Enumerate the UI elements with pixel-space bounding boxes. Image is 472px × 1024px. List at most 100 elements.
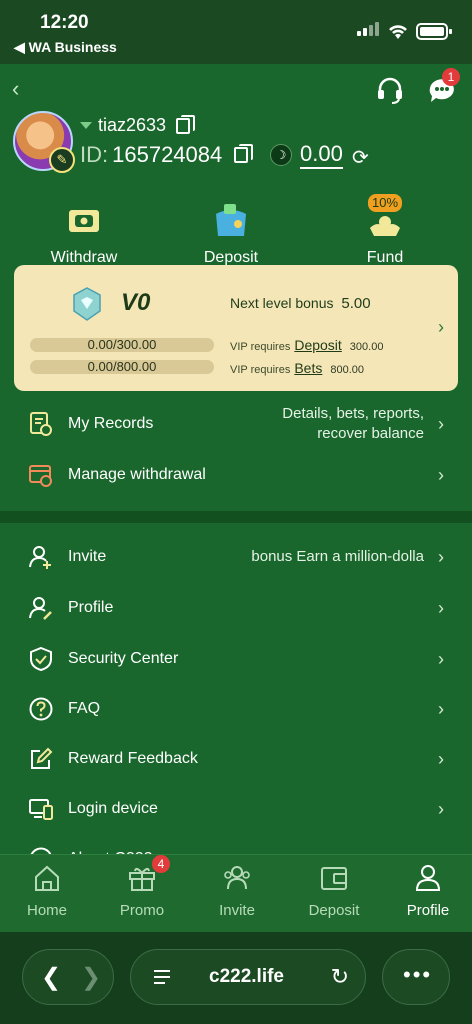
users-icon bbox=[224, 866, 250, 890]
section-divider bbox=[0, 511, 472, 523]
chevron-right-icon: › bbox=[438, 748, 444, 769]
user-id-label: ID: bbox=[80, 142, 109, 167]
wallet-icon bbox=[321, 867, 347, 890]
copy-username-icon[interactable] bbox=[176, 114, 196, 134]
menu-item-my-records[interactable]: My Records Details, bets, reports, recov… bbox=[0, 399, 472, 449]
caret-down-icon[interactable] bbox=[80, 122, 92, 129]
person-icon bbox=[415, 865, 441, 891]
tab-label: Deposit bbox=[308, 902, 360, 919]
menu-value: Details, bets, reports, recover balance bbox=[282, 405, 424, 442]
menu-label: Login device bbox=[68, 800, 158, 817]
currency-flag-icon: ☽ bbox=[270, 144, 292, 166]
profile-page: ‹ 1 ✎ tiaz2633 ID: 165724084 ☽ 0.00 ⟳ Wi… bbox=[0, 64, 472, 932]
next-level-label: Next level bonus bbox=[230, 295, 334, 311]
menu-label: My Records bbox=[68, 415, 154, 432]
menu-item-login-device[interactable]: Login device › bbox=[0, 784, 472, 834]
tab-deposit[interactable]: Deposit bbox=[294, 863, 374, 919]
chat-button[interactable]: 1 bbox=[426, 68, 460, 106]
tab-home[interactable]: Home bbox=[7, 863, 87, 919]
menu-label: Profile bbox=[68, 599, 114, 616]
menu-item-invite[interactable]: Invite bonus Earn a million-dolla › bbox=[0, 532, 472, 582]
status-time: 12:20 bbox=[40, 12, 89, 33]
refresh-balance-icon[interactable]: ⟳ bbox=[352, 145, 369, 170]
browser-forward-icon[interactable]: ❯ bbox=[81, 963, 101, 992]
chevron-right-icon: › bbox=[438, 546, 444, 567]
avatar[interactable]: ✎ bbox=[13, 111, 75, 173]
battery-icon bbox=[416, 23, 452, 40]
deposit-progress-bar: 0.00/300.00 bbox=[30, 338, 214, 352]
deposit-button[interactable]: Deposit bbox=[176, 202, 286, 267]
browser-back-icon[interactable]: ❮ bbox=[41, 963, 61, 992]
more-dots-icon: ••• bbox=[403, 962, 433, 987]
vip-gem-icon bbox=[73, 287, 101, 321]
vip-level: V0 bbox=[121, 289, 151, 316]
chevron-right-icon: › bbox=[438, 597, 444, 618]
deposit-req-link[interactable]: Deposit bbox=[294, 337, 341, 353]
menu-label: FAQ bbox=[68, 700, 101, 717]
chevron-right-icon: › bbox=[438, 698, 444, 719]
tab-promo[interactable]: 4 Promo bbox=[102, 855, 182, 919]
deposit-icon bbox=[216, 204, 246, 236]
fund-button[interactable]: 10% Fund bbox=[330, 194, 440, 267]
device-icon bbox=[29, 799, 53, 820]
menu-item-faq[interactable]: FAQ › bbox=[0, 684, 472, 734]
chevron-right-icon: › bbox=[438, 648, 444, 669]
status-bar: 12:20 ◀ WA Business bbox=[0, 0, 472, 64]
tab-invite[interactable]: Invite bbox=[197, 863, 277, 919]
vip-card[interactable]: V0 Next level bonus 5.00 0.00/300.00 0.0… bbox=[14, 265, 458, 391]
bets-req-link[interactable]: Bets bbox=[294, 360, 322, 376]
browser-toolbar: ❮ ❯ c222.life ↻ ••• bbox=[0, 932, 472, 1024]
tab-label: Home bbox=[26, 902, 67, 919]
back-to-app-link[interactable]: ◀ WA Business bbox=[14, 39, 117, 56]
edit-avatar-icon[interactable]: ✎ bbox=[49, 147, 75, 173]
tab-profile[interactable]: Profile bbox=[388, 863, 468, 919]
menu-label: Manage withdrawal bbox=[68, 466, 206, 483]
chevron-right-icon: › bbox=[438, 798, 444, 819]
headset-icon[interactable] bbox=[374, 74, 406, 106]
profile-icon bbox=[29, 597, 52, 620]
copy-id-icon[interactable] bbox=[234, 144, 254, 163]
menu-item-profile[interactable]: Profile › bbox=[0, 583, 472, 633]
address-bar[interactable]: c222.life ↻ bbox=[130, 949, 366, 1005]
invite-icon bbox=[29, 546, 51, 569]
deposit-req-value: 300.00 bbox=[349, 341, 384, 353]
username: tiaz2633 bbox=[98, 115, 167, 135]
url-text: c222.life bbox=[209, 966, 284, 987]
browser-nav-group: ❮ ❯ bbox=[22, 949, 114, 1005]
promo-badge: 4 bbox=[152, 855, 170, 873]
edit-icon bbox=[31, 747, 53, 769]
bets-req-value: 800.00 bbox=[330, 364, 364, 376]
next-level-bonus: Next level bonus 5.00 bbox=[230, 295, 371, 312]
reload-icon[interactable]: ↻ bbox=[331, 964, 349, 990]
bets-progress-bar: 0.00/800.00 bbox=[30, 360, 214, 374]
wifi-icon bbox=[389, 25, 407, 39]
balance-value: 0.00 bbox=[300, 141, 343, 169]
bottom-tab-bar: Home 4 Promo Invite Deposit Profile bbox=[0, 854, 472, 932]
shield-icon bbox=[30, 646, 52, 672]
records-icon bbox=[30, 412, 52, 436]
menu-value: bonus Earn a million-dolla bbox=[251, 548, 424, 565]
tab-label: Invite bbox=[219, 902, 255, 919]
menu-item-security-center[interactable]: Security Center › bbox=[0, 634, 472, 684]
signal-icon bbox=[357, 22, 379, 36]
question-icon bbox=[29, 697, 53, 721]
chevron-right-icon: › bbox=[438, 464, 444, 485]
tabs-icon[interactable] bbox=[153, 969, 171, 985]
deposit-req-label: VIP requires bbox=[230, 341, 291, 353]
more-button[interactable]: ••• bbox=[382, 949, 450, 1005]
withdraw-button[interactable]: Withdraw bbox=[29, 202, 139, 267]
deposit-requirement: VIP requires Deposit 300.00 bbox=[230, 337, 383, 353]
menu-item-reward-feedback[interactable]: Reward Feedback › bbox=[0, 734, 472, 784]
withdrawal-manage-icon bbox=[29, 465, 52, 487]
user-id-row: ID: 165724084 bbox=[80, 142, 254, 168]
bets-req-label: VIP requires bbox=[230, 364, 291, 376]
back-chevron-icon[interactable]: ‹ bbox=[12, 76, 19, 102]
chevron-right-icon[interactable]: › bbox=[438, 317, 444, 338]
menu-item-manage-withdrawal[interactable]: Manage withdrawal › bbox=[0, 450, 472, 500]
user-id-value: 165724084 bbox=[112, 142, 223, 167]
bets-requirement: VIP requires Bets 800.00 bbox=[230, 360, 364, 376]
fund-badge: 10% bbox=[368, 194, 403, 212]
tab-label: Promo bbox=[119, 902, 165, 919]
tab-label: Profile bbox=[406, 902, 450, 919]
chevron-right-icon: › bbox=[438, 413, 444, 434]
